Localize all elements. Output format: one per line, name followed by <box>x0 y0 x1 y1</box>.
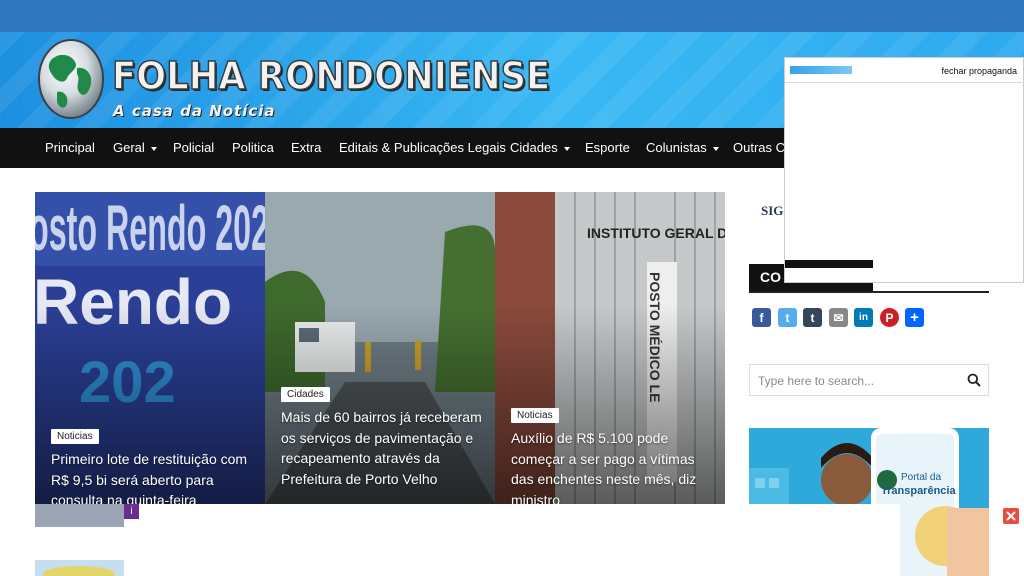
pinterest-icon[interactable]: P <box>880 308 899 327</box>
top-strip <box>0 0 1024 32</box>
search-box <box>749 364 989 397</box>
ad-info-icon[interactable]: i <box>124 504 139 519</box>
nav-item-esporte[interactable]: Esporte <box>585 128 630 168</box>
site-tagline: A casa da Notícia <box>113 102 276 120</box>
search-icon[interactable] <box>967 373 981 387</box>
bottom-ad-left-strip <box>35 504 124 527</box>
category-badge[interactable]: Cidades <box>281 387 330 402</box>
card-title[interactable]: Mais de 60 bairros já receberam os servi… <box>281 407 489 489</box>
banner-title-2: Transparência <box>881 485 956 497</box>
facebook-icon[interactable]: f <box>752 308 771 327</box>
article-thumbnail[interactable] <box>35 560 124 576</box>
share-icon[interactable]: + <box>905 308 924 327</box>
nav-item-geral[interactable]: Geral <box>113 128 157 168</box>
close-ad-button[interactable]: fechar propaganda <box>941 66 1017 76</box>
card-title[interactable]: Primeiro lote de restituição com R$ 9,5 … <box>51 449 259 504</box>
ad-popup-header: fechar propaganda <box>785 58 1024 83</box>
nav-item-editais[interactable]: Editais & Publicações Legais <box>339 128 506 168</box>
nav-item-extra[interactable]: Extra <box>291 128 321 168</box>
globe-logo-icon[interactable] <box>37 38 105 120</box>
nav-item-principal[interactable]: Principal <box>45 128 95 168</box>
photo-sign-text: INSTITUTO GERAL DE P <box>587 225 725 241</box>
card-title[interactable]: Auxílio de R$ 5.100 pode começar a ser p… <box>511 428 719 504</box>
search-input[interactable] <box>750 365 965 397</box>
nav-item-politica[interactable]: Politica <box>232 128 274 168</box>
category-badge[interactable]: Noticias <box>51 429 99 444</box>
bottom-ad-banner[interactable] <box>124 504 900 576</box>
photo-text-1: osto Rendo 202 <box>35 192 265 264</box>
site-logo-title[interactable]: FOLHA RONDONIENSE <box>111 53 551 99</box>
twitter-icon[interactable]: t <box>778 308 797 327</box>
ad-mini-logo <box>790 66 852 74</box>
caret-down-icon <box>150 146 157 151</box>
caret-down-icon <box>563 146 570 151</box>
featured-card-1[interactable]: osto Rendo 202 Rendo 202 Noticias Primei… <box>35 192 265 504</box>
email-icon[interactable]: ✉ <box>829 308 848 327</box>
tumblr-icon[interactable]: t <box>803 308 822 327</box>
nav-item-colunistas[interactable]: Colunistas <box>646 128 719 168</box>
caret-down-icon <box>712 146 719 151</box>
sidebar-sig-label[interactable]: SIG. <box>761 203 787 219</box>
ad-dark-bar <box>785 260 873 268</box>
nav-item-cidades[interactable]: Cidades <box>510 128 570 168</box>
nav-item-policial[interactable]: Policial <box>173 128 214 168</box>
linkedin-icon[interactable]: in <box>854 308 873 327</box>
category-badge[interactable]: Noticias <box>511 408 559 423</box>
ad-popup: fechar propaganda <box>784 57 1024 283</box>
featured-card-3[interactable]: INSTITUTO GERAL DE P POSTO MÉDICO LE Not… <box>495 192 725 504</box>
featured-card-2[interactable]: Cidades Mais de 60 bairros já receberam … <box>265 192 495 504</box>
close-icon[interactable] <box>1003 508 1019 524</box>
banner-title-1: Portal da <box>901 472 941 483</box>
